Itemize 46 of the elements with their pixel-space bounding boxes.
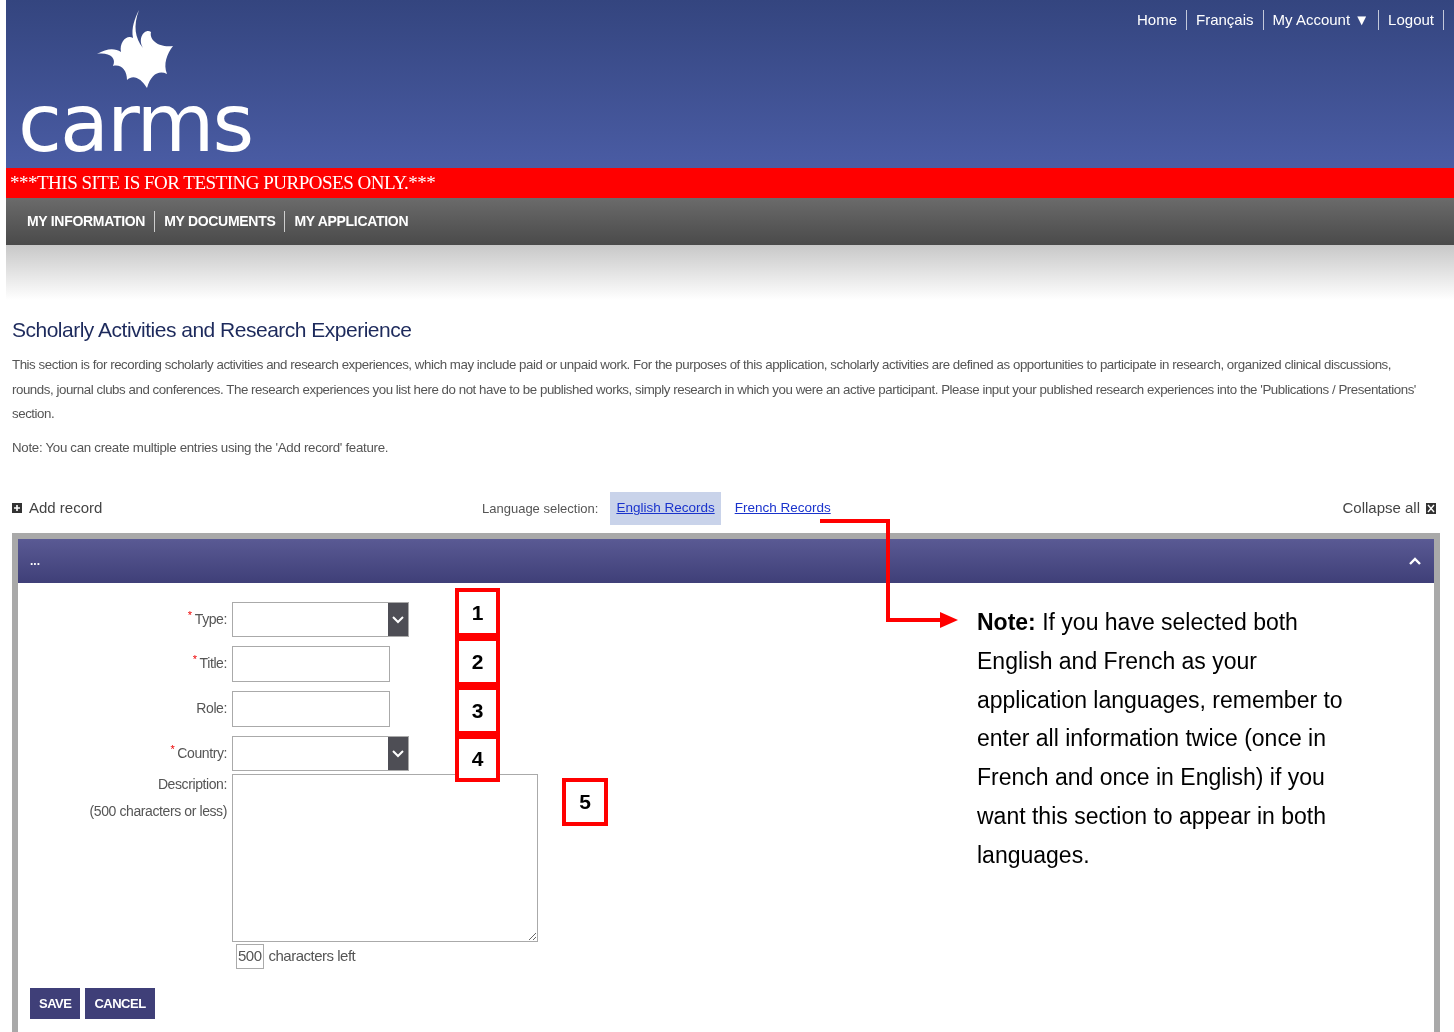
text-input-field[interactable] xyxy=(232,691,390,728)
language-label: Language selection: xyxy=(482,499,599,518)
chevron-down-icon xyxy=(392,749,404,758)
callout-marker: 5 xyxy=(562,778,608,826)
form-button[interactable]: CANCEL xyxy=(85,987,155,1019)
record-title: ... xyxy=(30,553,40,571)
character-counter: 500 xyxy=(236,944,264,969)
header-link[interactable]: Français xyxy=(1187,10,1264,30)
plus-icon xyxy=(12,503,22,514)
page-title: Scholarly Activities and Research Experience xyxy=(12,317,413,343)
callout-note: Note: If you have selected both English and French as your application languages, remember to enter all information twice (once in French and once in English) if you want this section to appear in both languages. xyxy=(977,608,1344,870)
note-text: Note: You can create multiple entries using the 'Add record' feature. xyxy=(12,438,390,457)
description-text: This section is for recording scholarly activities and research experiences, which may include paid or unpaid work. For the purposes of this application, scholarly activities are defined as opportunities to participate in research, organized clinical discussions, rounds, journal clubs and conferences. The research experiences you list here do not have to be published works, simply research in which you were an active participant. Please input your published research experiences into the 'Publications / Presentations' section. xyxy=(12,356,1417,423)
header-link[interactable]: Home xyxy=(1128,10,1187,30)
required-marker: * xyxy=(187,609,192,622)
nav-link[interactable]: MY INFORMATION xyxy=(18,211,156,232)
nav-link[interactable]: MY APPLICATION xyxy=(285,211,418,232)
chevron-up-icon[interactable] xyxy=(1408,556,1422,567)
field-label: Country: xyxy=(177,744,227,764)
counter-label: characters left xyxy=(268,946,356,967)
field-label: Role: xyxy=(196,699,227,719)
add-record-link[interactable]: Add record xyxy=(12,497,482,520)
callout-marker: 3 xyxy=(455,686,500,735)
collapse-icon xyxy=(1426,502,1436,514)
header-link[interactable]: Logout xyxy=(1379,10,1444,30)
required-marker: * xyxy=(192,653,197,666)
collapse-all-link[interactable]: Collapse all xyxy=(1342,497,1436,520)
required-marker: * xyxy=(170,743,175,756)
logo-text: carms xyxy=(18,92,253,156)
callout-marker: 4 xyxy=(455,735,500,782)
nav-link[interactable]: MY DOCUMENTS xyxy=(155,211,286,232)
form-button[interactable]: SAVE xyxy=(30,987,81,1019)
chevron-down-icon xyxy=(392,615,404,624)
test-banner: ***THIS SITE IS FOR TESTING PURPOSES ONLY.*** xyxy=(6,168,1454,198)
callout-marker: 1 xyxy=(455,588,500,637)
language-tab[interactable]: English Records xyxy=(610,492,721,525)
field-label: Description: xyxy=(157,775,227,795)
field-label: Title: xyxy=(199,654,227,674)
callout-marker: 2 xyxy=(455,637,500,686)
field-hint: (500 characters or less) xyxy=(89,802,227,822)
language-tab[interactable]: French Records xyxy=(728,492,837,525)
text-input-field[interactable] xyxy=(232,646,390,683)
dropdown-field[interactable] xyxy=(232,736,409,772)
header-link[interactable]: My Account ▼ xyxy=(1263,10,1380,30)
dropdown-field[interactable] xyxy=(232,602,409,638)
field-label: Type: xyxy=(194,610,227,630)
